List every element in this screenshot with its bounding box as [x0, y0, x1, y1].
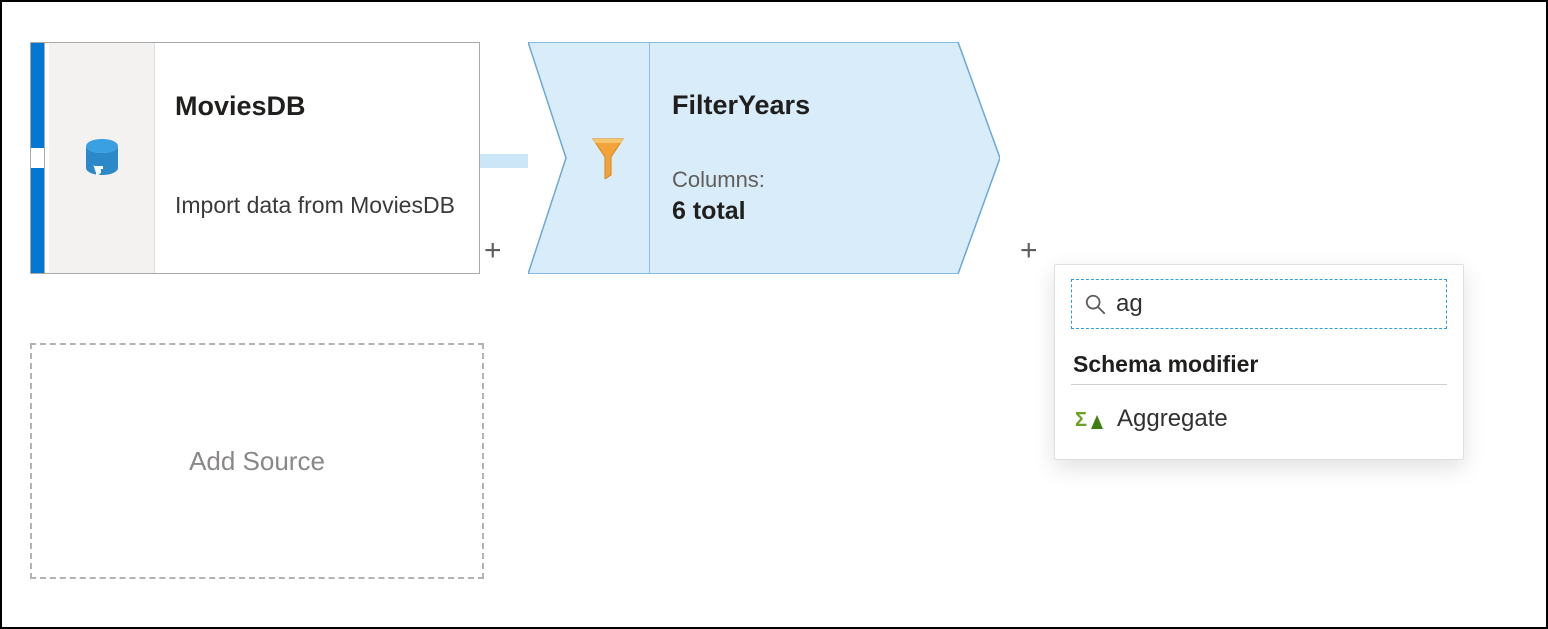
source-icon-col [49, 43, 155, 273]
picker-section-header: Schema modifier [1073, 351, 1445, 378]
database-icon [84, 138, 120, 178]
filter-body: FilterYears Columns: 6 total [650, 42, 960, 274]
picker-divider [1071, 384, 1447, 385]
add-transformation-after-filter-button[interactable]: + [1020, 234, 1038, 268]
add-transformation-after-source-button[interactable]: + [484, 234, 502, 268]
transformation-search-input[interactable]: ag [1071, 279, 1447, 329]
source-title: MoviesDB [175, 91, 459, 122]
filter-columns-value: 6 total [672, 197, 952, 226]
filter-node-filteryears[interactable]: FilterYears Columns: 6 total [528, 42, 1000, 274]
filter-icon [591, 137, 625, 179]
connector-source-to-filter [480, 154, 528, 168]
filter-title: FilterYears [672, 90, 952, 121]
filter-icon-col [566, 42, 650, 274]
search-input-value: ag [1116, 290, 1143, 318]
transformation-picker: ag Schema modifier Σ Aggregate [1054, 264, 1464, 460]
selection-stripe [31, 43, 45, 273]
filter-columns-label: Columns: [672, 167, 952, 193]
source-node-moviesdb[interactable]: MoviesDB Import data from MoviesDB [30, 42, 480, 274]
picker-item-aggregate[interactable]: Σ Aggregate [1071, 395, 1447, 443]
dataflow-canvas[interactable]: MoviesDB Import data from MoviesDB + Fil… [2, 2, 1546, 627]
search-icon [1084, 293, 1106, 315]
picker-item-label: Aggregate [1117, 405, 1228, 433]
add-source-placeholder[interactable]: Add Source [30, 343, 484, 579]
aggregate-icon: Σ [1075, 407, 1103, 431]
svg-text:Σ: Σ [1075, 409, 1087, 431]
source-body: MoviesDB Import data from MoviesDB [155, 43, 479, 273]
source-subtitle: Import data from MoviesDB [175, 192, 459, 219]
add-source-label: Add Source [189, 446, 325, 477]
